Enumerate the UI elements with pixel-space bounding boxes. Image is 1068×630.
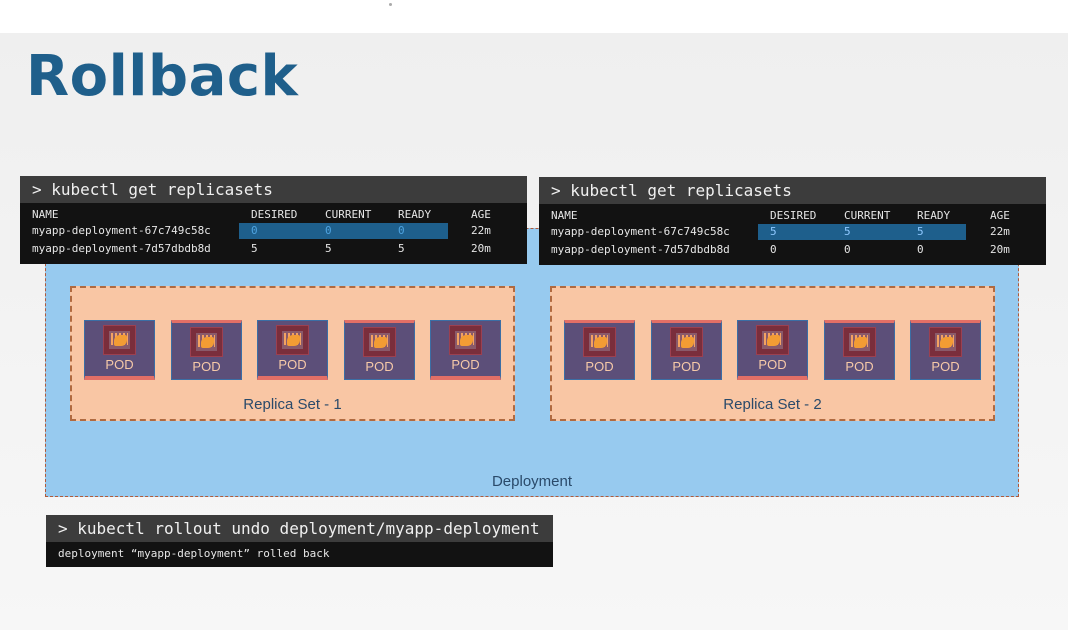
pod-label: POD <box>585 359 614 374</box>
ready-value: 0 <box>917 243 924 256</box>
col-name-header: NAME <box>551 209 578 222</box>
age-value: 22m <box>471 224 491 237</box>
col-name-header: NAME <box>32 208 59 221</box>
current-value: 0 <box>325 224 332 237</box>
table-row: myapp-deployment-7d57dbdb8d 5 5 5 20m <box>20 240 527 258</box>
table-header-row: NAME DESIRED CURRENT READY AGE <box>20 207 527 222</box>
right-terminal: > kubectl get replicasets NAME DESIRED C… <box>539 177 1046 265</box>
deployment-box: POD POD POD POD POD Replica Set - 1 POD … <box>45 228 1019 497</box>
desired-value: 5 <box>251 242 258 255</box>
col-ready-header: READY <box>398 208 432 221</box>
table-row: myapp-deployment-67c749c58c 5 5 5 22m <box>539 223 1046 241</box>
python-pod-icon <box>276 325 309 355</box>
age-value: 22m <box>990 225 1010 238</box>
python-pod-icon <box>190 327 223 357</box>
pod: POD <box>344 320 415 380</box>
age-value: 20m <box>471 242 491 255</box>
desired-value: 0 <box>251 224 258 237</box>
current-value: 0 <box>844 243 851 256</box>
row-highlight <box>758 224 966 240</box>
current-value: 5 <box>325 242 332 255</box>
pod-label: POD <box>365 359 394 374</box>
ready-value: 0 <box>398 224 405 237</box>
dot-marker <box>389 3 392 6</box>
desired-value: 5 <box>770 225 777 238</box>
row-highlight <box>239 223 448 239</box>
pod: POD <box>430 320 501 380</box>
python-pod-icon <box>843 327 876 357</box>
pod: POD <box>257 320 328 380</box>
python-pod-icon <box>670 327 703 357</box>
replica-set-1: POD POD POD POD POD Replica Set - 1 <box>70 286 515 421</box>
current-value: 5 <box>844 225 851 238</box>
terminal-command: > kubectl rollout undo deployment/myapp-… <box>46 515 553 542</box>
slide-title: Rollback <box>26 44 299 109</box>
pod-label: POD <box>672 359 701 374</box>
python-pod-icon <box>103 325 136 355</box>
table-row: myapp-deployment-67c749c58c 0 0 0 22m <box>20 222 527 240</box>
python-pod-icon <box>756 325 789 355</box>
pod-label: POD <box>192 359 221 374</box>
age-value: 20m <box>990 243 1010 256</box>
rs-name: myapp-deployment-67c749c58c <box>32 224 211 237</box>
col-age-header: AGE <box>471 208 491 221</box>
pod-label: POD <box>105 357 134 372</box>
terminal-command: > kubectl get replicasets <box>20 176 527 203</box>
replica-set-label: Replica Set - 2 <box>723 396 822 413</box>
python-pod-icon <box>363 327 396 357</box>
pod: POD <box>824 320 895 380</box>
pod: POD <box>564 320 635 380</box>
ready-value: 5 <box>398 242 405 255</box>
left-terminal: > kubectl get replicasets NAME DESIRED C… <box>20 176 527 264</box>
replica-set-label: Replica Set - 1 <box>243 396 342 413</box>
python-pod-icon <box>583 327 616 357</box>
table-row: myapp-deployment-7d57dbdb8d 0 0 0 20m <box>539 241 1046 259</box>
col-desired-header: DESIRED <box>251 208 298 221</box>
rs-name: myapp-deployment-7d57dbdb8d <box>551 243 730 256</box>
pod-label: POD <box>845 359 874 374</box>
pod: POD <box>651 320 722 380</box>
col-current-header: CURRENT <box>325 208 372 221</box>
col-ready-header: READY <box>917 209 951 222</box>
pod-label: POD <box>451 357 480 372</box>
python-pod-icon <box>449 325 482 355</box>
pod-label: POD <box>278 357 307 372</box>
pod: POD <box>84 320 155 380</box>
table-header-row: NAME DESIRED CURRENT READY AGE <box>539 208 1046 223</box>
pod-label: POD <box>931 359 960 374</box>
col-age-header: AGE <box>990 209 1010 222</box>
top-bar <box>0 0 1068 33</box>
rs-name: myapp-deployment-67c749c58c <box>551 225 730 238</box>
python-pod-icon <box>929 327 962 357</box>
ready-value: 5 <box>917 225 924 238</box>
col-current-header: CURRENT <box>844 209 891 222</box>
rs-name: myapp-deployment-7d57dbdb8d <box>32 242 211 255</box>
undo-terminal: > kubectl rollout undo deployment/myapp-… <box>46 515 553 567</box>
desired-value: 0 <box>770 243 777 256</box>
pod: POD <box>171 320 242 380</box>
terminal-output: deployment “myapp-deployment” rolled bac… <box>58 547 330 560</box>
pod-label: POD <box>758 357 787 372</box>
replica-set-2: POD POD POD POD POD Replica Set - 2 <box>550 286 995 421</box>
pod: POD <box>910 320 981 380</box>
col-desired-header: DESIRED <box>770 209 817 222</box>
pod: POD <box>737 320 808 380</box>
deployment-label: Deployment <box>491 473 573 490</box>
terminal-command: > kubectl get replicasets <box>539 177 1046 204</box>
